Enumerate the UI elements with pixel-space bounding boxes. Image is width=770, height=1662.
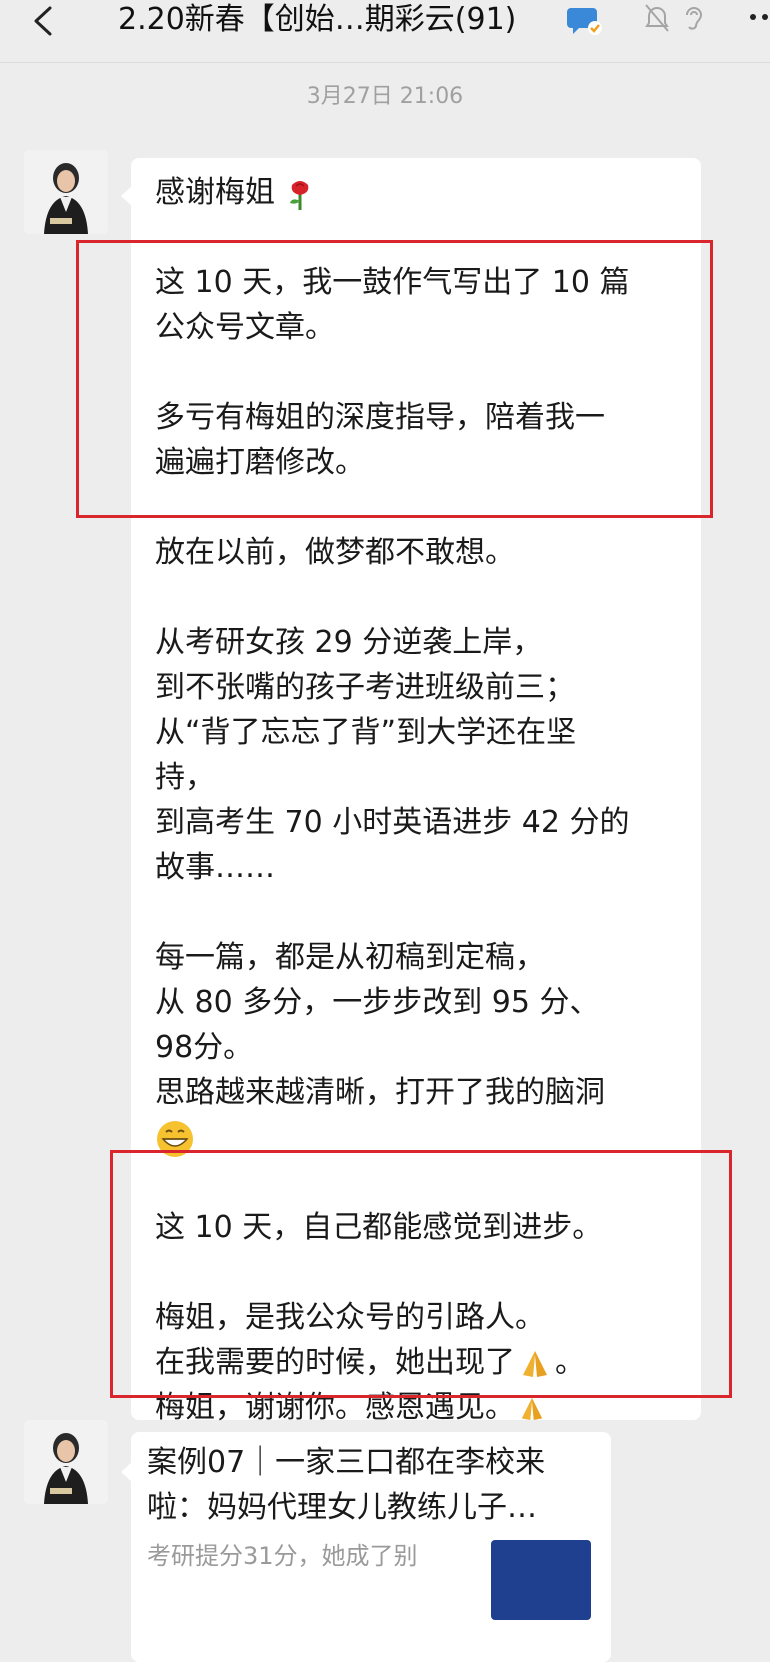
message-line: 梅姐，谢谢你。感恩遇见。	[155, 1390, 515, 1425]
pray-emoji	[521, 1397, 543, 1420]
chat-header: 2.20新春【创始…期彩云(91)	[0, 0, 770, 63]
link-card[interactable]: 案例07｜一家三口都在李校来啦：妈妈代理女儿教练儿子… 考研提分31分，她成了别	[131, 1432, 611, 1662]
grin-emoji	[157, 1120, 193, 1157]
message-text: 感谢梅姐 这 10 天，我一鼓作气写出了 10 篇 公众号文章。 多亏有梅姐的深…	[155, 175, 630, 1425]
sender-avatar[interactable]	[24, 1420, 108, 1504]
back-icon[interactable]	[30, 6, 60, 36]
message-line: 多亏有梅姐的深度指导，陪着我一 遍遍打磨修改。	[155, 400, 605, 480]
card-thumbnail	[491, 1540, 591, 1620]
group-badge-icon	[567, 8, 602, 35]
message-line: 放在以前，做梦都不敢想。	[155, 535, 515, 570]
message-line: 这 10 天，我一鼓作气写出了 10 篇 公众号文章。	[155, 265, 630, 345]
message-line: 每一篇，都是从初稿到定稿， 从 80 多分，一步步改到 95 分、 98分。 思…	[155, 940, 605, 1110]
message-line: 这 10 天，自己都能感觉到进步。	[155, 1210, 603, 1245]
card-description: 考研提分31分，她成了别	[147, 1542, 418, 1570]
message-timestamp: 3月27日 21:06	[306, 84, 464, 109]
message-line: 感谢梅姐	[155, 175, 275, 210]
rose-emoji	[289, 180, 308, 210]
pray-emoji	[523, 1350, 547, 1377]
message-bubble[interactable]: 感谢梅姐 这 10 天，我一鼓作气写出了 10 篇 公众号文章。 多亏有梅姐的深…	[131, 158, 701, 1425]
mute-bell-icon	[645, 4, 669, 32]
sender-avatar[interactable]	[24, 150, 108, 234]
message-line: 梅姐，是我公众号的引路人。 在我需要的时候，她出现了	[155, 1300, 545, 1380]
card-title: 案例07｜一家三口都在李校来啦：妈妈代理女儿教练儿子…	[147, 1445, 546, 1525]
more-icon[interactable]	[748, 2, 770, 32]
message-line: 从考研女孩 29 分逆袭上岸， 到不张嘴的孩子考进班级前三； 从“背了忘忘了背”…	[155, 625, 630, 885]
chat-title[interactable]: 2.20新春【创始…期彩云(91)	[118, 2, 516, 38]
ear-icon	[686, 7, 703, 30]
